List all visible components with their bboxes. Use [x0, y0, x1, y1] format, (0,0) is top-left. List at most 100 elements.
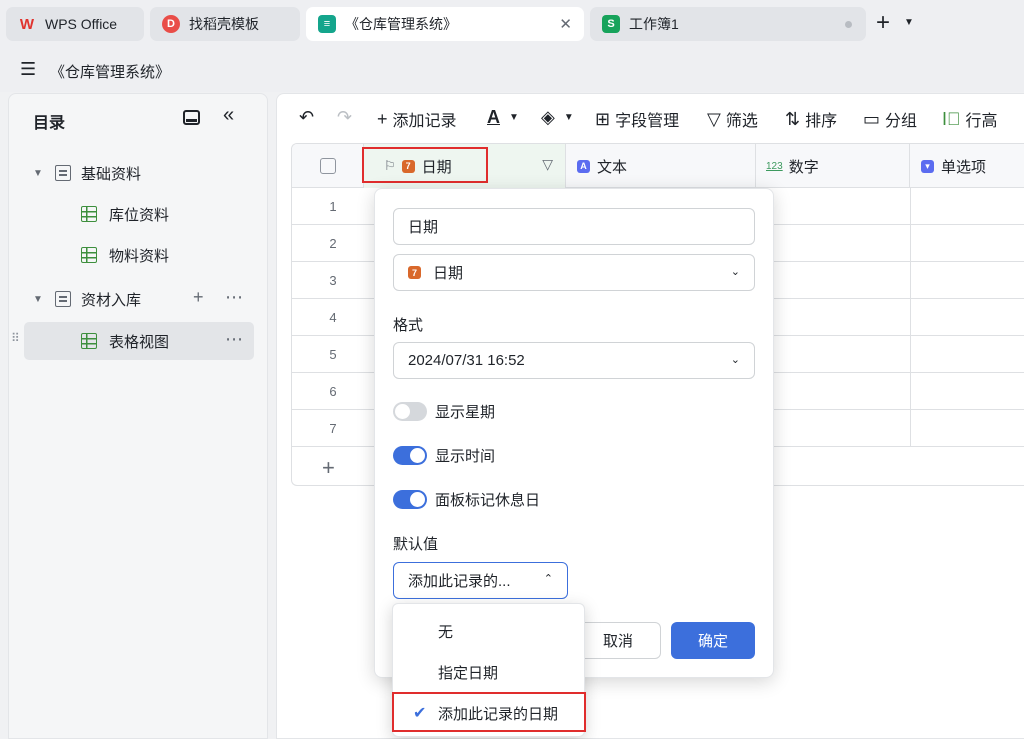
select-all-checkbox[interactable] [319, 158, 336, 174]
group-button[interactable]: ▭ 分组 [863, 107, 917, 131]
text-field-icon: A [577, 159, 590, 173]
sidebar-item-material-inbound[interactable]: ▼ 资材入库 [33, 280, 255, 318]
single-select-icon: ▾ [921, 159, 934, 173]
add-row-plus-icon[interactable]: + [322, 455, 335, 481]
field-type-select[interactable]: 7 日期 ⌄ [393, 254, 755, 291]
caret-down-icon[interactable]: ▼ [33, 168, 55, 179]
caret-down-icon[interactable]: ▼ [33, 294, 55, 305]
tab-warehouse-system[interactable]: ≡ 《仓库管理系统》 ✕ [306, 7, 584, 41]
group-label: 分组 [885, 113, 918, 130]
more-icon[interactable]: ⋯ [225, 329, 243, 350]
default-value-select[interactable]: 添加此记录的... ⌃ [393, 562, 568, 599]
redo-icon[interactable]: ↷ [337, 107, 357, 128]
format-label: 格式 [393, 317, 424, 334]
row-number: 2 [329, 235, 337, 251]
document-title: 《仓库管理系统》 [50, 64, 171, 81]
toggle-label: 显示星期 [435, 404, 496, 421]
column-header-text[interactable]: A 文本 [566, 144, 756, 188]
field-manage-label: 字段管理 [615, 113, 680, 130]
menu-item-none[interactable]: 无 [393, 612, 584, 650]
mark-holidays-toggle[interactable] [393, 490, 427, 509]
filter-icon[interactable]: ▽ [542, 156, 553, 173]
column-label: 文本 [597, 158, 628, 176]
chevron-up-icon: ⌃ [543, 573, 553, 585]
add-record-button[interactable]: + 添加记录 [377, 107, 457, 131]
date-field-icon: 7 [408, 266, 421, 279]
row-height-icon: I⃒ [942, 108, 961, 129]
tab-wps-office[interactable]: W WPS Office [6, 7, 144, 41]
chevron-down-icon[interactable]: ▼ [904, 17, 914, 28]
tab-label: 《仓库管理系统》 [345, 16, 457, 32]
more-icon[interactable]: ⋯ [225, 287, 243, 308]
column-header-number[interactable]: 123 数字 [756, 144, 910, 188]
confirm-button[interactable]: 确定 [671, 622, 755, 659]
docer-icon: D [162, 15, 180, 33]
row-number: 7 [329, 420, 337, 436]
tab-docer-templates[interactable]: D 找稻壳模板 [150, 7, 300, 41]
menu-item-specified-date[interactable]: 指定日期 [393, 653, 584, 691]
sidebar-item-location-data[interactable]: 库位资料 [81, 195, 255, 233]
fill-color-button[interactable]: ◈ ▼ [541, 107, 574, 128]
sort-button[interactable]: ⇅ 排序 [785, 107, 837, 131]
grid-icon: ⊞ [595, 108, 611, 129]
font-color-button[interactable]: A ▼ [487, 107, 519, 128]
sidebar-item-material-data[interactable]: 物料资料 [81, 236, 255, 274]
row-number: 5 [329, 346, 337, 362]
unsaved-dot-icon [845, 21, 852, 28]
show-weekday-toggle[interactable] [393, 402, 427, 421]
sort-icon: ⇅ [785, 108, 801, 129]
sidebar-item-table-view[interactable]: 表格视图 [24, 322, 254, 360]
date-format-value: 2024/07/31 16:52 [408, 352, 525, 369]
tab-label: 工作簿1 [629, 16, 679, 32]
multidim-table-icon: ≡ [318, 15, 336, 33]
column-label: 单选项 [941, 158, 987, 176]
wps-icon: W [19, 15, 35, 33]
tab-workbook1[interactable]: S 工作簿1 [590, 7, 866, 41]
field-name-input[interactable]: 日期 [393, 208, 755, 245]
column-header-single-select[interactable]: ▾ 单选项 [910, 144, 1024, 188]
sidebar-item-basic-data[interactable]: ▼ 基础资料 [33, 154, 255, 192]
chevron-down-icon: ⌄ [730, 266, 740, 278]
default-value-label: 默认值 [393, 536, 439, 553]
mark-holidays-row: 面板标记休息日 [393, 489, 540, 510]
document-title-bar: ☰ 《仓库管理系统》 [0, 48, 1024, 92]
highlight-selected-option [392, 692, 586, 732]
close-icon[interactable]: ✕ [559, 15, 572, 33]
filter-label: 筛选 [725, 113, 758, 130]
menu-icon[interactable]: ☰ [20, 59, 36, 80]
paint-bucket-icon: ◈ [541, 107, 555, 127]
undo-icon[interactable]: ↶ [299, 107, 319, 128]
row-number: 3 [329, 272, 337, 288]
field-manage-button[interactable]: ⊞ 字段管理 [595, 107, 679, 131]
folder-icon: ▭ [863, 108, 881, 129]
row-height-button[interactable]: I⃒ 行高 [942, 107, 998, 131]
add-icon[interactable]: + [193, 287, 204, 308]
folder-list-icon [55, 291, 71, 307]
sidebar-item-label: 库位资料 [109, 206, 170, 224]
row-number: 4 [329, 309, 337, 325]
folder-list-icon [55, 165, 71, 181]
row-number: 1 [329, 198, 337, 214]
plus-icon: + [377, 108, 388, 129]
collapse-sidebar-icon[interactable]: « [223, 104, 234, 127]
sidebar-title: 目录 [33, 115, 66, 132]
select-all-cell [292, 144, 364, 188]
sort-label: 排序 [805, 113, 838, 130]
toggle-label: 面板标记休息日 [435, 492, 541, 509]
field-type-label: 日期 [433, 265, 464, 282]
chevron-down-icon: ⌄ [730, 354, 740, 366]
new-tab-plus-icon[interactable]: + [876, 10, 890, 36]
drag-handle-icon[interactable]: ⠿ [11, 331, 20, 345]
show-time-toggle[interactable] [393, 446, 427, 465]
spreadsheet-icon: S [602, 15, 620, 33]
cancel-button[interactable]: 取消 [575, 622, 661, 659]
tab-label: WPS Office [45, 16, 118, 32]
show-weekday-row: 显示星期 [393, 401, 495, 422]
panel-toggle-icon[interactable] [183, 110, 200, 125]
filter-button[interactable]: ▽ 筛选 [707, 107, 758, 131]
date-format-select[interactable]: 2024/07/31 16:52 ⌄ [393, 342, 755, 379]
chevron-down-icon: ▼ [563, 112, 574, 123]
sidebar-item-label: 基础资料 [81, 165, 142, 183]
sidebar: 目录 « ▼ 基础资料 库位资料 物料资料 ▼ 资材入库 + ⋯ ⠿ 表格视图 … [8, 93, 268, 739]
tab-bar: W WPS Office D 找稻壳模板 ≡ 《仓库管理系统》 ✕ S 工作簿1… [0, 0, 1024, 48]
